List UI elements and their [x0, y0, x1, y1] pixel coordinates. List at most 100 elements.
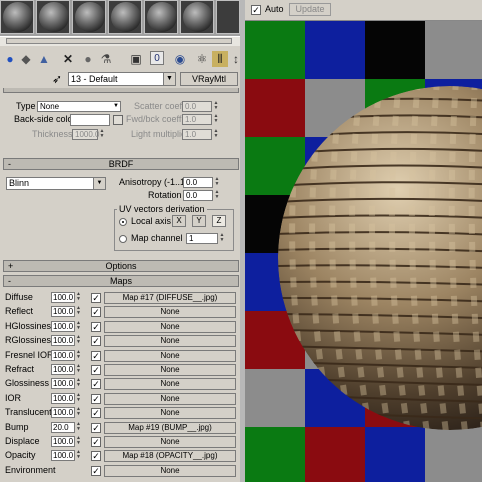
spinner-icon[interactable]: ▲ ▼: [76, 436, 82, 447]
anisotropy-field[interactable]: 0.0: [183, 177, 213, 188]
map-enable-checkbox[interactable]: ✓: [91, 321, 101, 332]
map-slot-button[interactable]: None: [104, 436, 236, 448]
map-slot-button[interactable]: None: [104, 378, 236, 391]
sample-slot[interactable]: [216, 0, 240, 34]
map-enable-checkbox[interactable]: ✓: [91, 365, 101, 375]
sample-slot[interactable]: [180, 0, 214, 34]
material-name-combo[interactable]: 13 - Default ▼: [68, 72, 176, 86]
spinner-icon[interactable]: ▲ ▼: [214, 177, 220, 188]
map-enable-checkbox[interactable]: ✓: [91, 451, 101, 462]
spinner-icon[interactable]: ▲ ▼: [76, 392, 82, 404]
brdf-rollout-header[interactable]: - BRDF: [3, 158, 239, 170]
assign-material-icon[interactable]: ▲: [36, 51, 52, 67]
map-amount-field[interactable]: 100.0: [51, 364, 75, 375]
map-enable-checkbox[interactable]: ✓: [91, 336, 101, 347]
map-channel-field[interactable]: 1: [186, 233, 218, 244]
spinner-icon[interactable]: ▲ ▼: [213, 114, 219, 125]
map-enable-checkbox[interactable]: ✓: [91, 408, 101, 419]
map-slot-button[interactable]: None: [104, 306, 236, 319]
put-to-library-icon[interactable]: ⚗: [98, 51, 114, 67]
backside-color-swatch[interactable]: [70, 114, 110, 126]
fwd-bck-coeff-field[interactable]: 1.0: [182, 114, 212, 125]
show-end-result-icon[interactable]: ⚛: [194, 51, 210, 67]
map-enable-checkbox[interactable]: ✓: [91, 422, 101, 433]
map-amount-field[interactable]: 100.0: [51, 306, 75, 318]
map-amount-field[interactable]: 100.0: [51, 450, 75, 462]
material-effects-channel-icon[interactable]: 0: [150, 51, 164, 65]
map-amount-field[interactable]: 100.0: [51, 392, 75, 404]
map-slot-button[interactable]: None: [104, 335, 236, 348]
spinner-icon[interactable]: ▲ ▼: [213, 129, 219, 140]
spinner-icon[interactable]: ▲ ▼: [76, 450, 82, 461]
map-slot-button[interactable]: None: [104, 464, 236, 477]
spinner-icon[interactable]: ▲ ▼: [213, 101, 219, 112]
axis-z-button[interactable]: Z: [212, 215, 226, 227]
map-amount-field[interactable]: 100.0: [51, 436, 75, 447]
spinner-icon[interactable]: ▲ ▼: [76, 335, 82, 346]
spinner-icon[interactable]: ▲ ▼: [219, 233, 225, 244]
spinner-icon[interactable]: ▲ ▼: [76, 378, 82, 389]
spinner-icon[interactable]: ▲ ▼: [76, 320, 82, 332]
scatter-coeff-field[interactable]: 0.0: [182, 101, 212, 112]
translucency-type-select[interactable]: None ▼: [37, 101, 121, 112]
light-multiplier-field[interactable]: 1.0: [182, 129, 212, 140]
sample-slot[interactable]: [36, 0, 70, 34]
sample-slot[interactable]: [72, 0, 106, 34]
map-amount-field[interactable]: 100.0: [51, 378, 75, 390]
brdf-type-select[interactable]: Blinn ▼: [6, 177, 106, 190]
map-amount-field[interactable]: 100.0: [51, 349, 75, 361]
map-enable-checkbox[interactable]: ✓: [91, 465, 101, 476]
spinner-icon[interactable]: ▲ ▼: [214, 190, 220, 201]
map-enable-checkbox[interactable]: ✓: [91, 350, 101, 361]
map-enable-checkbox[interactable]: ✓: [91, 393, 101, 404]
map-amount-field[interactable]: 100.0: [51, 335, 75, 347]
sample-slot[interactable]: [144, 0, 178, 34]
spinner-icon[interactable]: ▲ ▼: [99, 129, 105, 140]
spinner-icon[interactable]: ▲ ▼: [76, 407, 82, 418]
chevron-down-icon[interactable]: ▼: [163, 73, 175, 85]
backside-map-checkbox[interactable]: [113, 115, 123, 125]
map-enable-checkbox[interactable]: ✓: [91, 437, 101, 447]
map-slot-button[interactable]: None: [104, 320, 236, 333]
go-to-parent-icon[interactable]: ⦀: [212, 51, 228, 67]
thickness-field[interactable]: 1000.0: [72, 129, 99, 140]
spinner-icon[interactable]: ▲ ▼: [76, 306, 82, 317]
material-type-button[interactable]: VRayMtl: [180, 72, 238, 86]
put-to-scene-icon[interactable]: ◆: [18, 51, 34, 67]
map-slot-button[interactable]: None: [104, 349, 236, 362]
make-unique-icon[interactable]: ●: [80, 51, 96, 67]
get-material-icon[interactable]: ●: [2, 51, 18, 67]
map-slot-button[interactable]: Map #17 (DIFFUSE__.jpg): [104, 292, 236, 304]
axis-x-button[interactable]: X: [172, 215, 186, 227]
spinner-icon[interactable]: ▲ ▼: [76, 349, 82, 361]
map-slot-button[interactable]: Map #19 (BUMP__.jpg): [104, 421, 236, 434]
map-slot-button[interactable]: None: [104, 364, 236, 376]
slots-scrollbar[interactable]: [0, 36, 240, 46]
map-amount-field[interactable]: 100.0: [51, 407, 75, 419]
spinner-icon[interactable]: ▲ ▼: [76, 292, 82, 303]
options-rollout-header[interactable]: + Options: [3, 260, 239, 272]
spinner-icon[interactable]: ▲ ▼: [76, 364, 82, 375]
material-id-icon[interactable]: ▣: [128, 51, 144, 67]
map-slot-button[interactable]: None: [104, 392, 236, 405]
map-enable-checkbox[interactable]: ✓: [91, 379, 101, 390]
map-channel-radio[interactable]: [119, 235, 127, 243]
map-amount-field[interactable]: 20.0: [51, 421, 75, 433]
pick-material-icon[interactable]: ➶: [52, 72, 66, 86]
rotation-field[interactable]: 0.0: [183, 190, 213, 201]
map-enable-checkbox[interactable]: ✓: [91, 293, 101, 303]
map-enable-checkbox[interactable]: ✓: [91, 307, 101, 318]
maps-rollout-header[interactable]: - Maps: [3, 275, 239, 287]
map-slot-button[interactable]: None: [104, 407, 236, 420]
sample-slot[interactable]: [0, 0, 34, 34]
reset-map-icon[interactable]: ✕: [60, 51, 76, 67]
show-map-icon[interactable]: ◉: [172, 51, 188, 67]
sample-slot[interactable]: [108, 0, 142, 34]
scrollbar-thumb[interactable]: [6, 38, 232, 44]
local-axis-radio[interactable]: [119, 218, 127, 226]
map-amount-field[interactable]: 100.0: [51, 292, 75, 303]
axis-y-button[interactable]: Y: [192, 215, 206, 227]
spinner-icon[interactable]: ▲ ▼: [76, 421, 82, 433]
map-slot-button[interactable]: Map #18 (OPACITY__.jpg): [104, 450, 236, 463]
map-amount-field[interactable]: 100.0: [51, 320, 75, 332]
